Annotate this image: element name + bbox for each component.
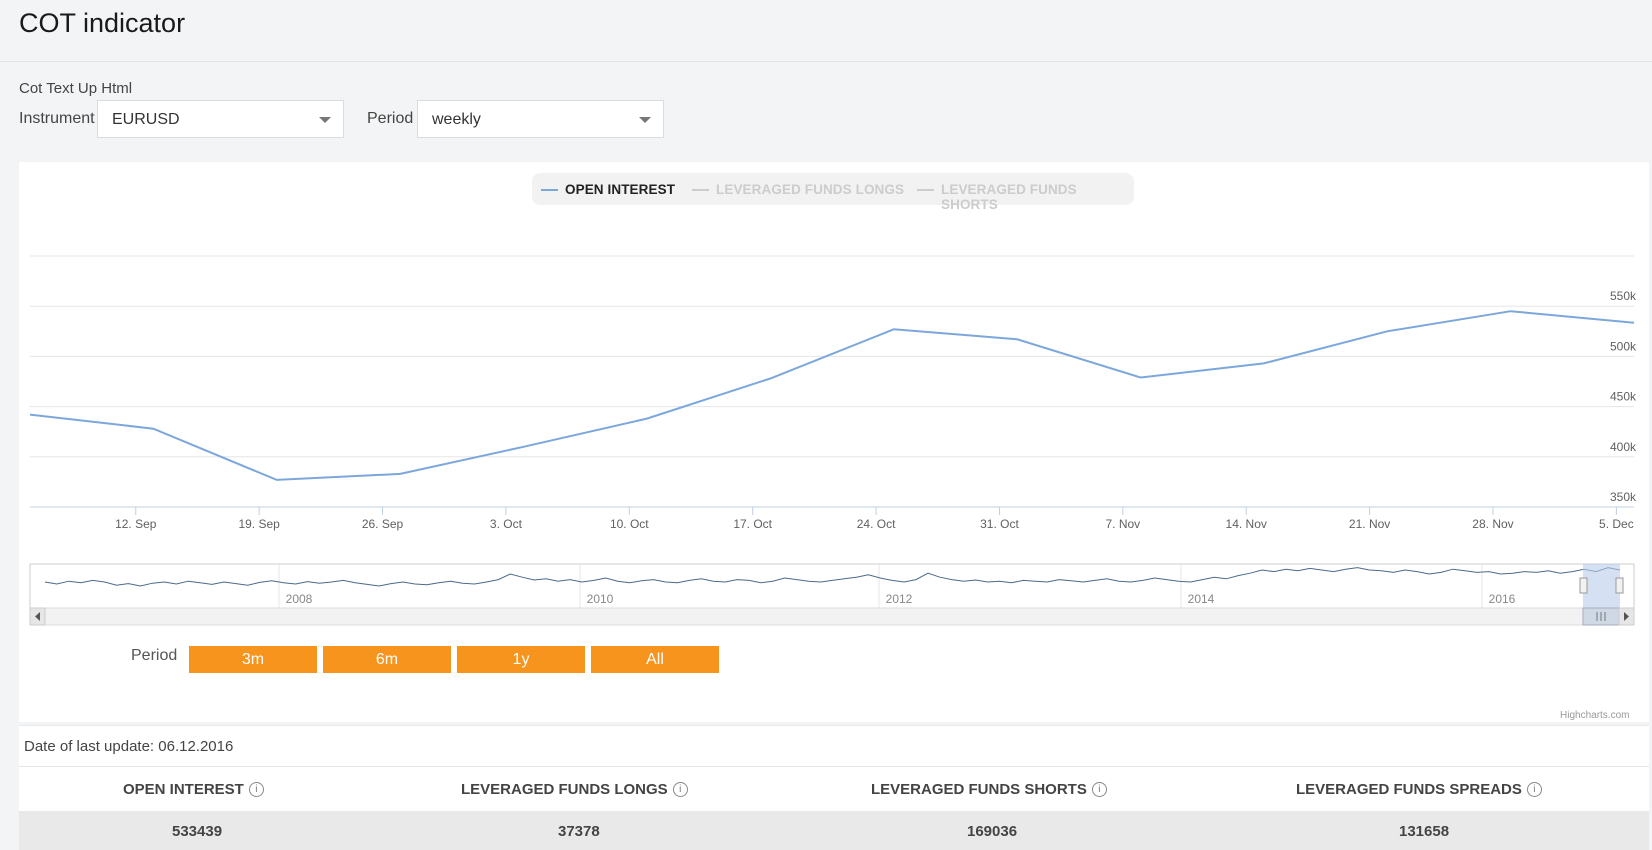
- range-button-3m[interactable]: 3m: [189, 646, 317, 673]
- highcharts-credits[interactable]: Highcharts.com: [1560, 710, 1629, 721]
- navigator-handle-right[interactable]: [1615, 577, 1624, 594]
- x-tick-label: 7. Nov: [1105, 517, 1140, 531]
- navigator-year-label: 2012: [886, 592, 913, 606]
- x-tick-label: 14. Nov: [1226, 517, 1267, 531]
- x-tick-label: 31. Oct: [980, 517, 1019, 531]
- x-tick-label: 24. Oct: [857, 517, 896, 531]
- range-period-label: Period: [131, 647, 178, 664]
- x-tick-label: 21. Nov: [1349, 517, 1390, 531]
- navigator-selected-range[interactable]: [1583, 564, 1620, 608]
- last-update-row: Date of last update: 06.12.2016: [19, 725, 1649, 767]
- x-tick-label: 10. Oct: [610, 517, 649, 531]
- navigator-frame: [29, 563, 1635, 609]
- x-tick-label: 12. Sep: [115, 517, 157, 531]
- y-tick-label: 350k: [1610, 490, 1637, 504]
- x-tick-label: 28. Nov: [1472, 517, 1513, 531]
- stat-header-lev-longs: LEVERAGED FUNDS LONGS i: [461, 781, 688, 798]
- scrollbar-track[interactable]: [29, 607, 1635, 626]
- range-button-6m[interactable]: 6m: [323, 646, 451, 673]
- navigator-year-label: 2016: [1489, 592, 1516, 606]
- info-icon[interactable]: i: [672, 782, 688, 797]
- y-tick-label: 400k: [1610, 440, 1637, 454]
- stat-value-lev-spreads: 131658: [1399, 823, 1450, 840]
- stat-header-lev-spreads: LEVERAGED FUNDS SPREADS i: [1296, 781, 1542, 798]
- x-tick-label: 3. Oct: [490, 517, 523, 531]
- navigator-year-label: 2010: [587, 592, 614, 606]
- x-tick-label: 26. Sep: [362, 517, 404, 531]
- y-tick-label: 500k: [1610, 339, 1637, 353]
- navigator-handle-left[interactable]: [1579, 577, 1588, 594]
- stat-header-lev-shorts: LEVERAGED FUNDS SHORTS i: [871, 781, 1107, 798]
- y-tick-label: 450k: [1610, 390, 1637, 404]
- stats-values-row: 533439 37378 169036 131658: [19, 811, 1649, 850]
- x-tick-label: 19. Sep: [238, 517, 280, 531]
- info-icon[interactable]: i: [248, 782, 264, 797]
- series-line-open-interest: [29, 310, 1635, 481]
- open-interest-chart[interactable]: 350k 400k 450k 500k 550k 12. Sep 19. Sep 26. Se…: [0, 0, 1652, 640]
- x-tick-label: 17. Oct: [733, 517, 772, 531]
- range-button-all[interactable]: All: [591, 646, 719, 673]
- stat-value-lev-shorts: 169036: [967, 823, 1018, 840]
- stat-value-open-interest: 533439: [172, 823, 223, 840]
- y-tick-label: 550k: [1610, 289, 1637, 303]
- x-tick-label: 5. Dec: [1599, 517, 1634, 531]
- navigator-year-label: 2014: [1188, 592, 1215, 606]
- stat-header-open-interest: OPEN INTEREST i: [123, 781, 264, 798]
- stats-header-row: OPEN INTEREST i LEVERAGED FUNDS LONGS i LE…: [19, 767, 1649, 811]
- last-update-text: Date of last update: 06.12.2016: [24, 738, 234, 755]
- info-icon[interactable]: i: [1091, 782, 1107, 797]
- navigator-year-label: 2008: [286, 592, 313, 606]
- range-button-1y[interactable]: 1y: [457, 646, 585, 673]
- stat-value-lev-longs: 37378: [558, 823, 600, 840]
- info-icon[interactable]: i: [1526, 782, 1542, 797]
